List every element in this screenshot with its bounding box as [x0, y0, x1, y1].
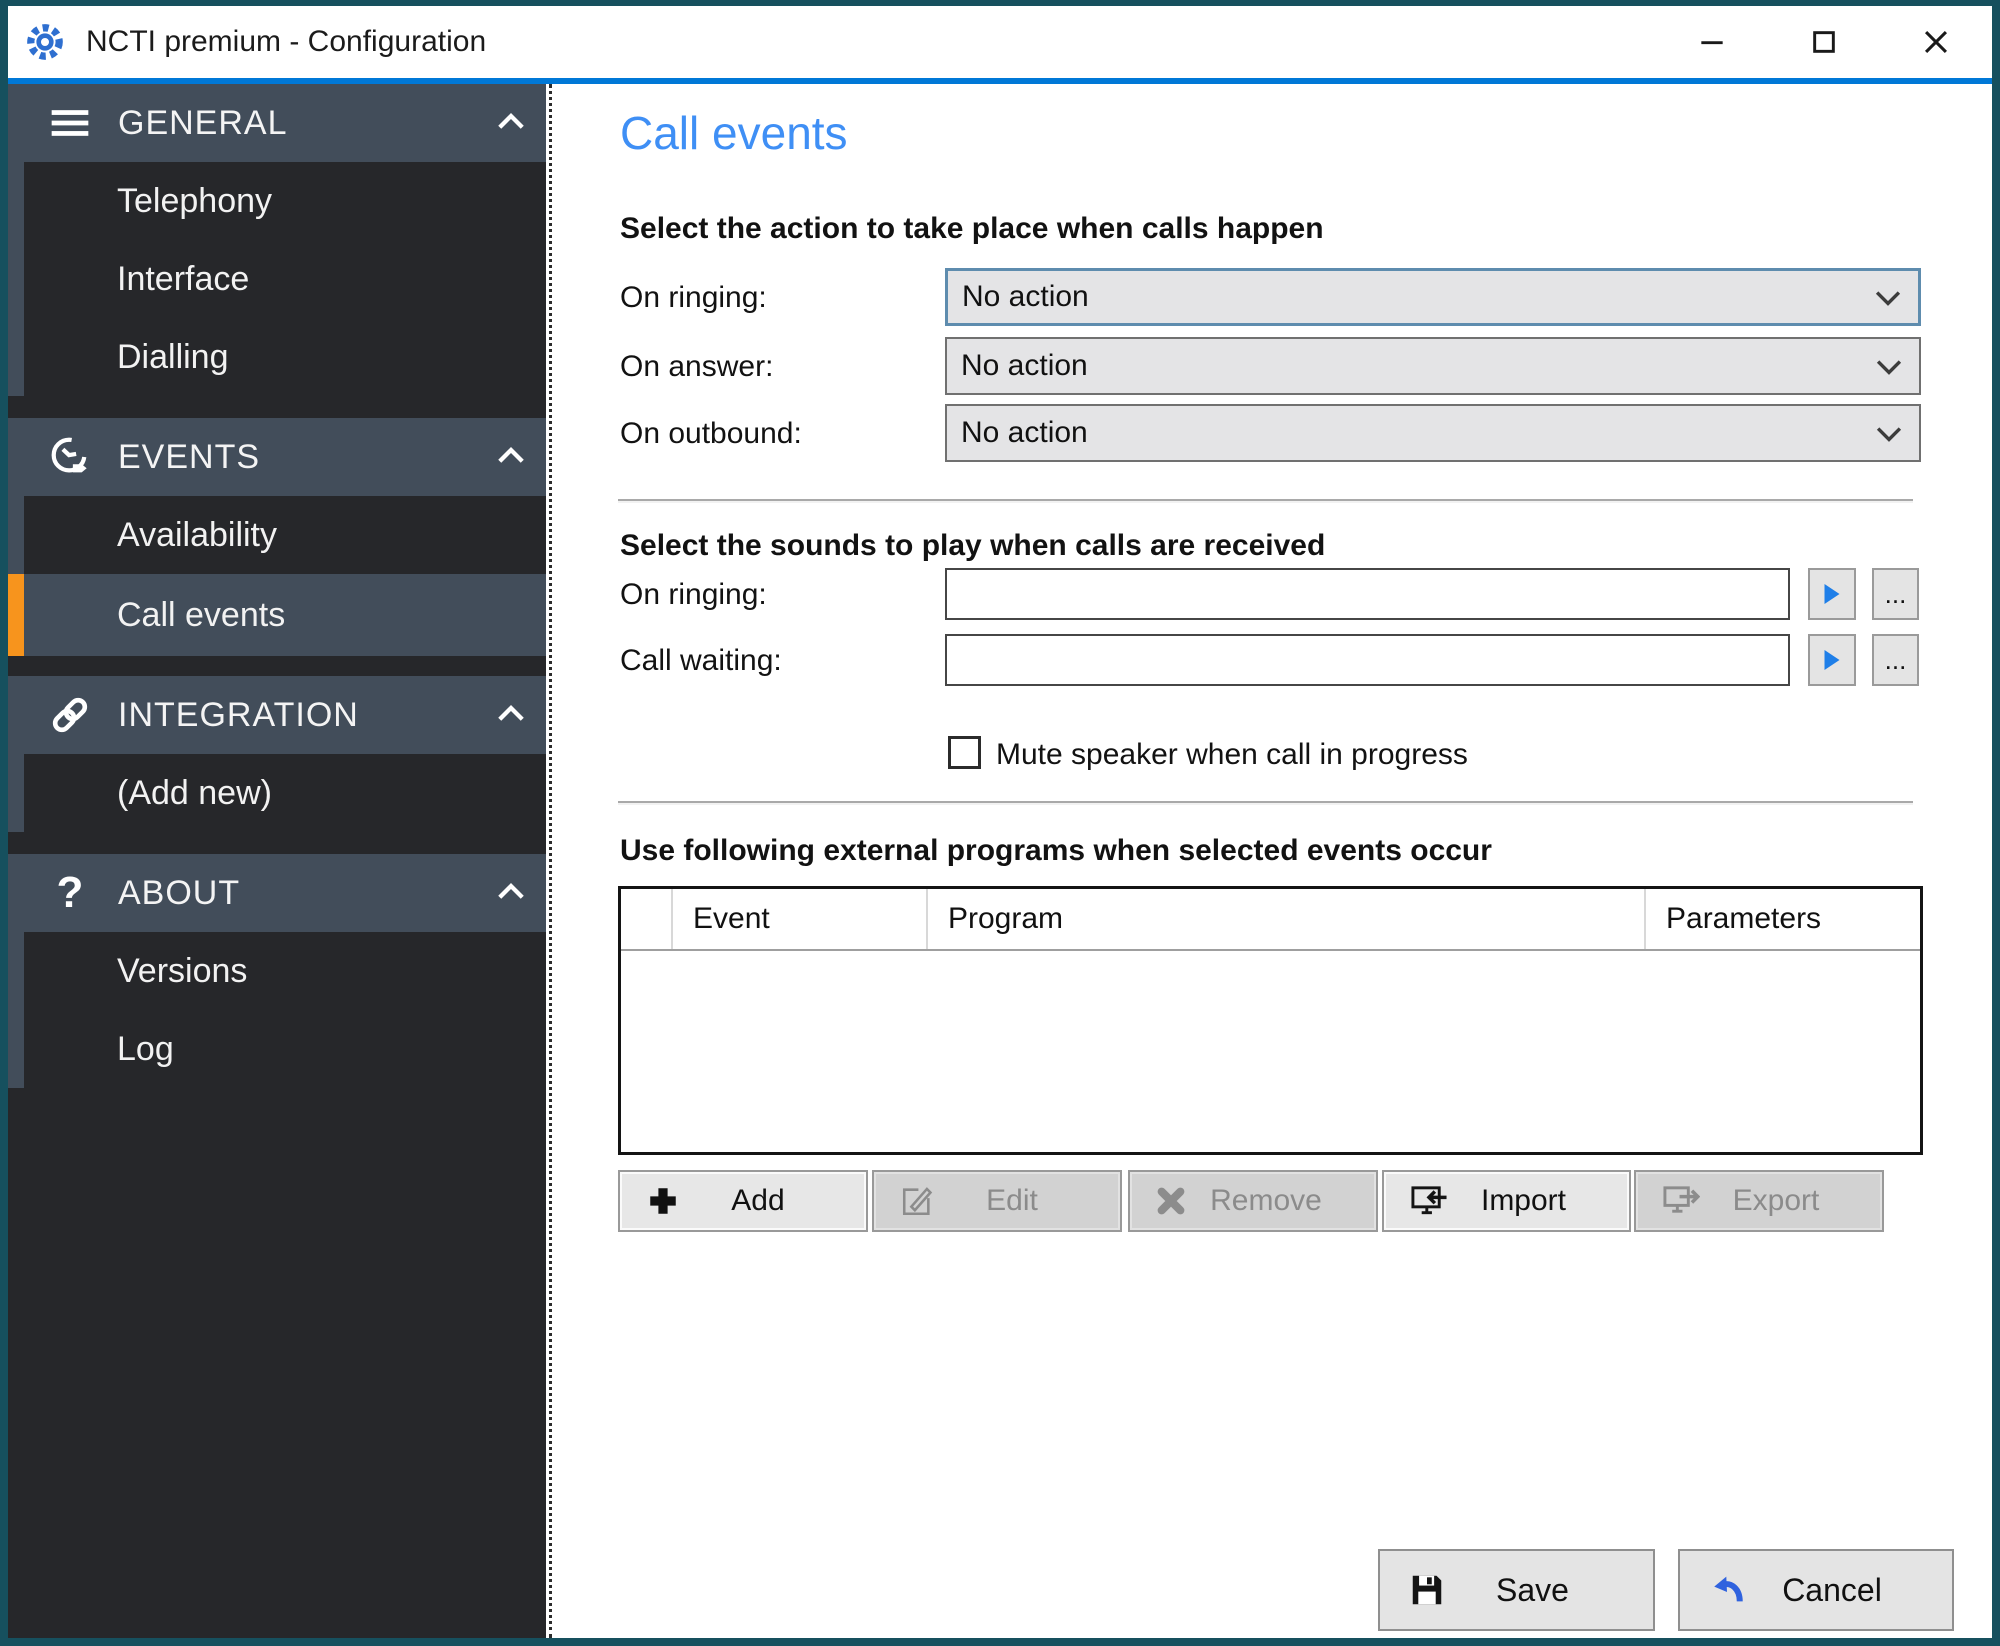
- app-window: NCTI premium - Configuration GENERAL: [0, 0, 2000, 1646]
- on-ringing-sound-label: On ringing:: [620, 578, 767, 612]
- separator: [618, 499, 1913, 501]
- remove-button[interactable]: Remove: [1128, 1170, 1378, 1232]
- chevron-up-icon: [496, 112, 526, 135]
- hamburger-icon: [45, 101, 95, 145]
- on-ringing-sound-input[interactable]: [945, 568, 1790, 620]
- column-header-event[interactable]: Event: [671, 889, 926, 949]
- chevron-down-icon: [1875, 416, 1903, 450]
- programs-table-header: Event Program Parameters: [621, 889, 1920, 951]
- selected-item-indicator: [8, 574, 24, 656]
- pencil-icon: [900, 1184, 934, 1218]
- sidebar-item-log[interactable]: Log: [24, 1010, 546, 1088]
- column-header-program[interactable]: Program: [926, 889, 1644, 949]
- chevron-up-icon: [496, 882, 526, 905]
- events-clock-icon: [45, 434, 95, 480]
- play-icon: [1822, 648, 1842, 672]
- sidebar-item-call-events[interactable]: Call events: [8, 574, 546, 656]
- programs-table[interactable]: Event Program Parameters: [618, 886, 1923, 1155]
- section-header-general[interactable]: GENERAL: [8, 84, 546, 162]
- play-icon: [1822, 582, 1842, 606]
- panel-splitter[interactable]: [546, 84, 556, 1638]
- section-label: GENERAL: [118, 104, 288, 143]
- column-header-parameters[interactable]: Parameters: [1644, 889, 1920, 949]
- on-ringing-action-label: On ringing:: [620, 281, 767, 315]
- sidebar-item-telephony[interactable]: Telephony: [24, 162, 546, 240]
- call-waiting-sound-input[interactable]: [945, 634, 1790, 686]
- add-button[interactable]: Add: [618, 1170, 868, 1232]
- selected-value: No action: [961, 416, 1088, 450]
- chevron-down-icon: [1875, 349, 1903, 383]
- selected-value: No action: [962, 280, 1089, 314]
- minimize-button[interactable]: [1656, 6, 1768, 78]
- x-icon: [1156, 1186, 1186, 1216]
- close-icon: [1919, 25, 1953, 59]
- browse-sound-button[interactable]: ...: [1872, 568, 1919, 620]
- minimize-icon: [1696, 26, 1728, 58]
- section-general: GENERAL Telephony Interface Dialling: [8, 84, 546, 396]
- ellipsis-icon: ...: [1885, 579, 1907, 610]
- sidebar-item-interface[interactable]: Interface: [24, 240, 546, 318]
- export-button[interactable]: Export: [1634, 1170, 1884, 1232]
- chevron-up-icon: [496, 704, 526, 727]
- cancel-button[interactable]: Cancel: [1678, 1549, 1954, 1631]
- section-label: INTEGRATION: [118, 696, 359, 735]
- on-ringing-action-select[interactable]: No action: [945, 268, 1921, 326]
- play-sound-button[interactable]: [1808, 568, 1856, 620]
- programs-table-body[interactable]: [621, 951, 1920, 1151]
- actions-caption: Select the action to take place when cal…: [620, 212, 1324, 246]
- close-button[interactable]: [1880, 6, 1992, 78]
- section-events: EVENTS Availability Call events: [8, 418, 546, 656]
- save-button[interactable]: Save: [1378, 1549, 1655, 1631]
- mute-speaker-label: Mute speaker when call in progress: [996, 738, 1468, 772]
- play-sound-button[interactable]: [1808, 634, 1856, 686]
- maximize-button[interactable]: [1768, 6, 1880, 78]
- edit-button[interactable]: Edit: [872, 1170, 1122, 1232]
- titlebar: NCTI premium - Configuration: [8, 6, 1992, 78]
- on-outbound-action-select[interactable]: No action: [945, 404, 1921, 462]
- sounds-caption: Select the sounds to play when calls are…: [620, 529, 1325, 563]
- plus-icon: [646, 1184, 680, 1218]
- section-about: ? ABOUT Versions Log: [8, 854, 546, 1088]
- section-header-about[interactable]: ? ABOUT: [8, 854, 546, 932]
- selected-value: No action: [961, 349, 1088, 383]
- question-mark-icon: ?: [45, 871, 95, 915]
- sidebar-item-dialling[interactable]: Dialling: [24, 318, 546, 396]
- sidebar-item-add-new[interactable]: (Add new): [24, 754, 546, 832]
- on-answer-action-label: On answer:: [620, 350, 773, 384]
- chevron-up-icon: [496, 446, 526, 469]
- mute-speaker-checkbox[interactable]: [948, 736, 981, 769]
- import-button[interactable]: Import: [1382, 1170, 1631, 1232]
- page-title: Call events: [620, 106, 848, 160]
- main-content: Call events Select the action to take pl…: [556, 84, 1992, 1638]
- browse-sound-button[interactable]: ...: [1872, 634, 1919, 686]
- separator: [618, 801, 1913, 803]
- section-label: EVENTS: [118, 438, 260, 477]
- undo-arrow-icon: [1708, 1573, 1746, 1607]
- on-outbound-action-label: On outbound:: [620, 417, 802, 451]
- chain-link-icon: [45, 692, 95, 738]
- maximize-icon: [1808, 26, 1840, 58]
- section-label: ABOUT: [118, 874, 240, 913]
- window-title: NCTI premium - Configuration: [86, 25, 486, 59]
- export-icon: [1662, 1183, 1700, 1219]
- gear-app-icon: [22, 19, 68, 65]
- chevron-down-icon: [1874, 280, 1902, 314]
- column-header-blank[interactable]: [621, 889, 671, 949]
- save-icon: [1408, 1571, 1446, 1609]
- sidebar-item-availability[interactable]: Availability: [24, 496, 546, 574]
- section-header-events[interactable]: EVENTS: [8, 418, 546, 496]
- sidebar-nav: GENERAL Telephony Interface Dialling EVE…: [8, 84, 546, 1638]
- call-waiting-sound-label: Call waiting:: [620, 644, 782, 678]
- section-header-integration[interactable]: INTEGRATION: [8, 676, 546, 754]
- sidebar-item-versions[interactable]: Versions: [24, 932, 546, 1010]
- on-answer-action-select[interactable]: No action: [945, 337, 1921, 395]
- programs-caption: Use following external programs when sel…: [620, 834, 1492, 868]
- import-icon: [1410, 1183, 1448, 1219]
- section-integration: INTEGRATION (Add new): [8, 676, 546, 832]
- ellipsis-icon: ...: [1885, 645, 1907, 676]
